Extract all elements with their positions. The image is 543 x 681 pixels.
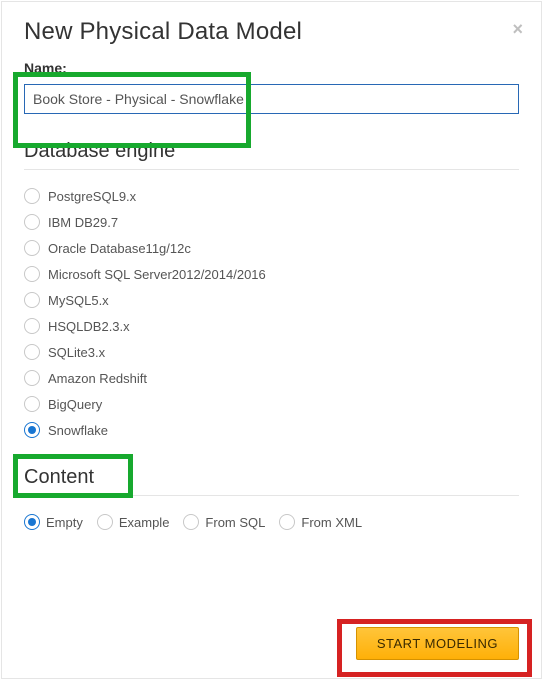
dialog-header: New Physical Data Model × — [2, 2, 541, 56]
radio-icon — [24, 396, 40, 412]
content-option-empty[interactable]: Empty — [24, 514, 83, 530]
radio-icon — [24, 266, 40, 282]
engine-option-ibm-db29-7[interactable]: IBM DB29.7 — [24, 214, 519, 230]
engine-option-amazon-redshift[interactable]: Amazon Redshift — [24, 370, 519, 386]
radio-icon — [24, 292, 40, 308]
radio-icon — [24, 422, 40, 438]
radio-label: IBM DB29.7 — [48, 215, 118, 230]
radio-label: Oracle Database11g/12c — [48, 241, 191, 256]
radio-icon — [24, 240, 40, 256]
radio-label: Example — [119, 515, 170, 530]
radio-label: HSQLDB2.3.x — [48, 319, 130, 334]
new-physical-data-model-dialog: New Physical Data Model × Name: Database… — [1, 1, 542, 679]
engine-option-microsoft-sql-server2012-2014-2016[interactable]: Microsoft SQL Server2012/2014/2016 — [24, 266, 519, 282]
radio-label: Empty — [46, 515, 83, 530]
radio-icon — [183, 514, 199, 530]
radio-label: Snowflake — [48, 423, 108, 438]
engine-option-oracle-database11g-12c[interactable]: Oracle Database11g/12c — [24, 240, 519, 256]
dialog-footer: START MODELING — [2, 609, 541, 678]
radio-label: BigQuery — [48, 397, 102, 412]
engine-option-hsqldb2-3-x[interactable]: HSQLDB2.3.x — [24, 318, 519, 334]
name-input[interactable] — [24, 84, 519, 114]
dialog-body[interactable]: Name: Database engine PostgreSQL9.x IBM D… — [2, 56, 541, 609]
engine-option-mysql5-x[interactable]: MySQL5.x — [24, 292, 519, 308]
engine-option-postgresql9-x[interactable]: PostgreSQL9.x — [24, 188, 519, 204]
radio-icon — [97, 514, 113, 530]
database-engine-heading: Database engine — [24, 140, 519, 170]
content-option-from-xml[interactable]: From XML — [279, 514, 362, 530]
name-label: Name: — [24, 60, 519, 76]
content-option-example[interactable]: Example — [97, 514, 170, 530]
radio-icon — [24, 514, 40, 530]
dialog-title: New Physical Data Model — [24, 18, 519, 46]
radio-label: From XML — [301, 515, 362, 530]
radio-icon — [24, 318, 40, 334]
radio-label: Microsoft SQL Server2012/2014/2016 — [48, 267, 266, 282]
radio-icon — [24, 344, 40, 360]
radio-icon — [24, 370, 40, 386]
radio-icon — [279, 514, 295, 530]
radio-label: PostgreSQL9.x — [48, 189, 136, 204]
close-icon[interactable]: × — [512, 20, 523, 38]
content-options: Empty Example From SQL From XML — [24, 514, 519, 530]
start-modeling-button[interactable]: START MODELING — [356, 627, 519, 660]
radio-label: MySQL5.x — [48, 293, 109, 308]
radio-label: SQLite3.x — [48, 345, 105, 360]
radio-label: Amazon Redshift — [48, 371, 147, 386]
engine-option-sqlite3-x[interactable]: SQLite3.x — [24, 344, 519, 360]
engine-option-bigquery[interactable]: BigQuery — [24, 396, 519, 412]
radio-icon — [24, 214, 40, 230]
radio-label: From SQL — [205, 515, 265, 530]
database-engine-options: PostgreSQL9.x IBM DB29.7 Oracle Database11… — [24, 188, 519, 438]
radio-icon — [24, 188, 40, 204]
content-heading: Content — [24, 466, 519, 496]
engine-option-snowflake[interactable]: Snowflake — [24, 422, 519, 438]
content-option-from-sql[interactable]: From SQL — [183, 514, 265, 530]
